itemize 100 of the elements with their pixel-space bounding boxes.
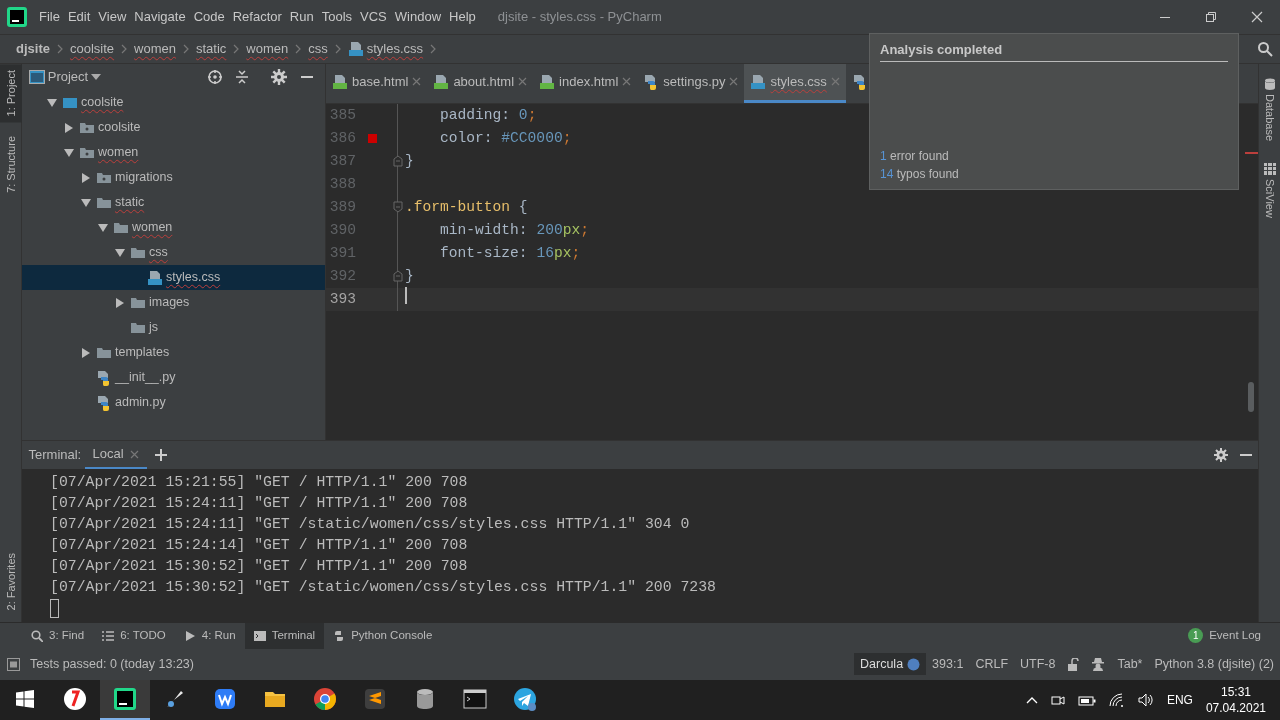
tree-item[interactable]: women (22, 215, 325, 240)
editor-tab[interactable]: settings.py (637, 64, 745, 103)
line-separator[interactable]: CRLF (969, 654, 1015, 674)
tree-item[interactable]: admin.py (22, 390, 325, 415)
breadcrumb-item[interactable]: women (246, 39, 289, 59)
tool-window-tab[interactable]: SciView (1259, 157, 1280, 225)
tool-window-button[interactable]: Python Console (324, 622, 442, 649)
clock-date[interactable]: 07.04.2021 (1205, 700, 1266, 717)
expanded-arrow-icon[interactable] (47, 97, 57, 108)
battery-icon[interactable] (1077, 694, 1096, 706)
collapsed-arrow-icon[interactable] (81, 172, 91, 183)
collapse-icon[interactable] (234, 69, 250, 85)
dropdown-icon[interactable] (91, 74, 102, 80)
tree-item[interactable]: coolsite (22, 90, 325, 115)
wifi-icon[interactable] (1108, 693, 1125, 707)
tree-item[interactable]: templates (22, 340, 325, 365)
tool-window-tab[interactable]: 1: Project (0, 64, 22, 123)
collapsed-arrow-icon[interactable] (81, 347, 91, 358)
tree-item[interactable]: women (22, 140, 325, 165)
menu-item[interactable]: Run (285, 7, 318, 27)
camera-icon[interactable] (1050, 693, 1065, 707)
collapsed-arrow-icon[interactable] (115, 297, 125, 308)
tree-item[interactable]: static (22, 190, 325, 215)
expanded-arrow-icon[interactable] (98, 222, 108, 233)
volume-icon[interactable] (1137, 693, 1154, 707)
file-encoding[interactable]: UTF-8 (1014, 654, 1062, 674)
editor-tab[interactable]: index.html (533, 64, 638, 103)
test-status: Tests passed: 0 (today 13:23) (29, 655, 195, 673)
menu-item[interactable]: File (35, 7, 64, 27)
settings-icon[interactable] (271, 69, 288, 85)
menu-item[interactable]: Code (189, 7, 229, 27)
menu-item[interactable]: Navigate (130, 7, 190, 27)
locate-icon[interactable] (206, 69, 223, 85)
menu-item[interactable]: Edit (63, 7, 95, 27)
tree-item[interactable]: __init__.py (22, 365, 325, 390)
breadcrumb-item[interactable]: styles.css (366, 39, 424, 59)
lock-icon[interactable] (1067, 657, 1080, 671)
breadcrumb-item[interactable]: coolsite (69, 39, 115, 59)
pycharm-icon[interactable] (113, 687, 137, 711)
tree-item[interactable]: migrations (22, 165, 325, 190)
editor-tab[interactable]: styles.css (744, 64, 846, 103)
settings-icon[interactable] (1213, 448, 1228, 462)
tool-window-tab[interactable]: 2: Favorites (0, 546, 22, 616)
input-language[interactable]: ENG (1166, 691, 1193, 709)
tree-item[interactable]: images (22, 290, 325, 315)
event-log-button[interactable]: 1 Event Log (1179, 622, 1270, 649)
tool-window-button[interactable]: 6: TODO (93, 622, 175, 649)
editor-tab[interactable]: base.html (326, 64, 428, 103)
breadcrumb-item[interactable]: women (134, 39, 176, 59)
close-icon[interactable] (1251, 11, 1263, 23)
html-file-icon (539, 73, 556, 90)
telegram-icon[interactable] (513, 687, 537, 711)
writer-icon[interactable] (213, 687, 237, 711)
panel-title[interactable]: Project (47, 67, 89, 87)
menu-item[interactable]: Refactor (228, 7, 286, 27)
tree-item[interactable]: js (22, 315, 325, 340)
clock-time[interactable]: 15:31 (1220, 683, 1251, 700)
terminal-cursor (50, 599, 59, 618)
chevron-icon (232, 44, 241, 54)
menu-item[interactable]: Help (445, 7, 480, 27)
breadcrumb-item[interactable]: css (308, 39, 328, 59)
editor-icon[interactable] (363, 687, 387, 711)
line-number: 385 (328, 105, 356, 125)
inspector-icon[interactable] (1091, 657, 1106, 671)
breadcrumb-item[interactable]: djsite (16, 39, 50, 59)
tool-window-button[interactable]: 3: Find (22, 622, 94, 649)
chevron-icon (55, 44, 64, 54)
expanded-arrow-icon[interactable] (81, 197, 91, 208)
expanded-arrow-icon[interactable] (115, 247, 125, 258)
search-icon[interactable] (1257, 41, 1273, 57)
menu-item[interactable]: Tools (317, 7, 357, 27)
cursor-position[interactable]: 393:1 (926, 654, 970, 674)
line-number: 391 (328, 243, 356, 263)
expanded-arrow-icon[interactable] (64, 147, 74, 158)
menu-item[interactable]: VCS (356, 7, 391, 27)
tool-window-tab[interactable]: 7: Structure (0, 130, 22, 200)
tool-window-button[interactable]: Terminal (244, 622, 325, 649)
browser-icon[interactable] (63, 687, 87, 711)
terminal-icon[interactable] (463, 687, 487, 711)
scrollbar-thumb[interactable] (1248, 382, 1254, 412)
editor-tab[interactable]: about.html (427, 64, 534, 103)
menu-item[interactable]: View (94, 7, 131, 27)
tree-item[interactable]: css (22, 240, 325, 265)
start-icon[interactable] (16, 690, 34, 708)
tree-item[interactable]: coolsite (22, 115, 325, 140)
line-number: 393 (328, 289, 356, 309)
restore-icon[interactable] (1205, 11, 1217, 23)
menu-item[interactable]: Window (390, 7, 446, 27)
tool-window-tab[interactable]: Database (1259, 72, 1280, 148)
tool-window-button[interactable]: 4: Run (174, 622, 245, 649)
theme-indicator[interactable]: Darcula (854, 652, 927, 676)
python-interpreter[interactable]: Python 3.8 (djsite) (2) (1148, 654, 1280, 674)
collapsed-arrow-icon[interactable] (64, 122, 74, 133)
add-icon[interactable] (154, 449, 167, 461)
browser-icon[interactable] (313, 687, 337, 711)
chevron-up-icon[interactable] (1025, 696, 1038, 704)
line-number: 386 (328, 128, 356, 148)
breadcrumb-item[interactable]: static (195, 39, 227, 59)
indent-setting[interactable]: Tab* (1111, 654, 1149, 674)
tree-item[interactable]: styles.css (22, 265, 325, 290)
